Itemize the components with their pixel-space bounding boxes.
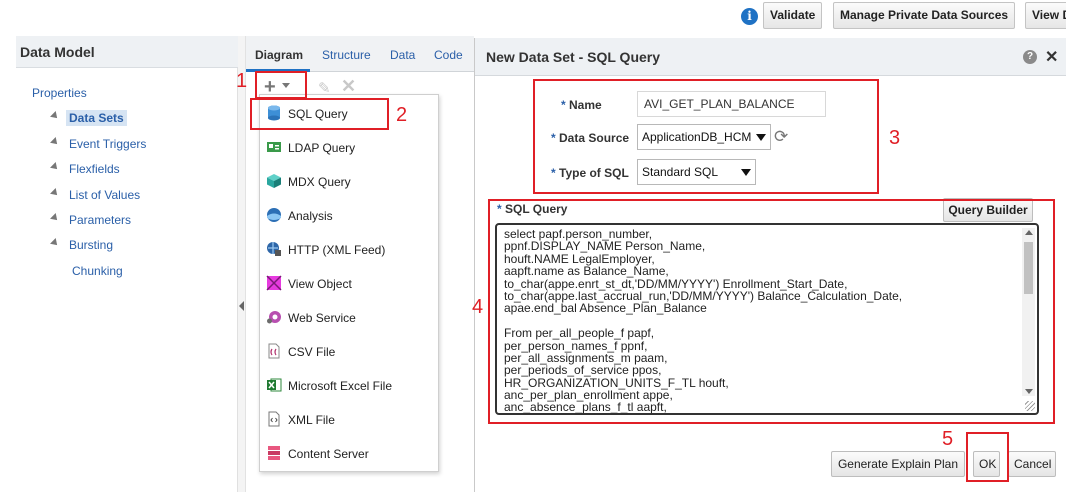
- tree-item-properties[interactable]: Properties: [32, 86, 87, 100]
- generate-explain-plan-button[interactable]: Generate Explain Plan: [831, 451, 965, 477]
- data-model-title: Data Model: [16, 36, 238, 68]
- expand-triangle-icon[interactable]: [50, 137, 60, 147]
- collapse-arrow-icon[interactable]: [239, 301, 244, 311]
- validate-button[interactable]: Validate: [763, 2, 823, 29]
- menu-item-excel-file[interactable]: Microsoft Excel File: [260, 369, 438, 403]
- tab-data[interactable]: Data: [390, 48, 415, 62]
- manage-private-data-sources-button[interactable]: Manage Private Data Sources: [833, 2, 1016, 29]
- cancel-button[interactable]: Cancel: [1008, 451, 1056, 477]
- annotation-box-3: [533, 79, 879, 194]
- menu-item-analysis[interactable]: Analysis: [260, 199, 438, 233]
- http-icon: [267, 242, 281, 256]
- annotation-number-1: 1: [236, 70, 248, 92]
- menu-item-xml-file[interactable]: XML File: [260, 403, 438, 437]
- csv-file-icon: [268, 343, 280, 359]
- annotation-box-5: [966, 432, 1009, 482]
- menu-label: LDAP Query: [288, 141, 356, 155]
- menu-label: Content Server: [288, 447, 369, 461]
- content-server-icon: [268, 446, 280, 460]
- cube-icon: [267, 174, 281, 188]
- analysis-icon: [267, 208, 281, 222]
- expand-triangle-icon[interactable]: [50, 111, 60, 121]
- annotation-number-4: 4: [472, 296, 484, 318]
- menu-label: Microsoft Excel File: [288, 379, 393, 393]
- tab-structure[interactable]: Structure: [322, 48, 371, 62]
- info-icon[interactable]: i: [741, 8, 758, 25]
- view-object-icon: [266, 275, 282, 291]
- web-service-icon: [267, 311, 281, 324]
- menu-item-view-object[interactable]: View Object: [260, 267, 438, 301]
- annotation-number-2: 2: [396, 104, 408, 126]
- xml-file-icon: [268, 411, 280, 427]
- annotation-box-4: [488, 199, 1055, 424]
- dialog-header: New Data Set - SQL Query ? ✕: [475, 38, 1066, 76]
- tab-bar: Diagram Structure Data Code: [246, 36, 474, 72]
- menu-label: CSV File: [288, 345, 336, 359]
- expand-triangle-icon[interactable]: [50, 162, 60, 172]
- menu-label: MDX Query: [288, 175, 351, 189]
- view-data-button[interactable]: View D: [1025, 2, 1066, 29]
- menu-item-csv-file[interactable]: CSV File: [260, 335, 438, 369]
- tab-diagram[interactable]: Diagram: [255, 48, 303, 62]
- annotation-number-3: 3: [889, 127, 901, 149]
- tree-item-list-of-values[interactable]: List of Values: [69, 188, 140, 202]
- expand-triangle-icon[interactable]: [50, 238, 60, 248]
- tree-item-bursting[interactable]: Bursting: [69, 238, 113, 252]
- data-model-pane: Data Model Properties Data Sets Event Tr…: [0, 36, 238, 492]
- menu-item-web-service[interactable]: Web Service: [260, 301, 438, 335]
- menu-item-mdx-query[interactable]: MDX Query: [260, 165, 438, 199]
- menu-label: HTTP (XML Feed): [288, 243, 386, 257]
- top-toolbar: i Validate Manage Private Data Sources V…: [0, 0, 1066, 34]
- annotation-number-5: 5: [942, 428, 954, 450]
- tree-item-flexfields[interactable]: Flexfields: [69, 162, 120, 176]
- close-icon[interactable]: ✕: [1045, 47, 1058, 67]
- menu-item-ldap-query[interactable]: LDAP Query: [260, 131, 438, 165]
- excel-file-icon: [267, 378, 282, 392]
- tree-item-event-triggers[interactable]: Event Triggers: [69, 137, 146, 151]
- pane-splitter[interactable]: [238, 36, 246, 492]
- tree-item-data-sets[interactable]: Data Sets: [66, 110, 127, 126]
- menu-label: Web Service: [288, 311, 356, 325]
- expand-triangle-icon[interactable]: [50, 188, 60, 198]
- expand-triangle-icon[interactable]: [50, 213, 60, 223]
- tree-item-chunking[interactable]: Chunking: [72, 264, 123, 278]
- ldap-icon: [267, 142, 281, 152]
- menu-label: XML File: [288, 413, 335, 427]
- dialog-title: New Data Set - SQL Query: [486, 49, 661, 65]
- new-data-set-menu: SQL Query LDAP Query MDX Query Analysis …: [259, 94, 439, 472]
- menu-item-content-server[interactable]: Content Server: [260, 437, 438, 471]
- menu-item-http-xml-feed[interactable]: HTTP (XML Feed): [260, 233, 438, 267]
- tab-code[interactable]: Code: [434, 48, 463, 62]
- annotation-box-1: [255, 71, 307, 99]
- tree-item-parameters[interactable]: Parameters: [69, 213, 131, 227]
- menu-label: Analysis: [288, 209, 333, 223]
- menu-label: View Object: [288, 277, 352, 291]
- help-icon[interactable]: ?: [1023, 50, 1037, 64]
- annotation-box-2: [250, 98, 389, 130]
